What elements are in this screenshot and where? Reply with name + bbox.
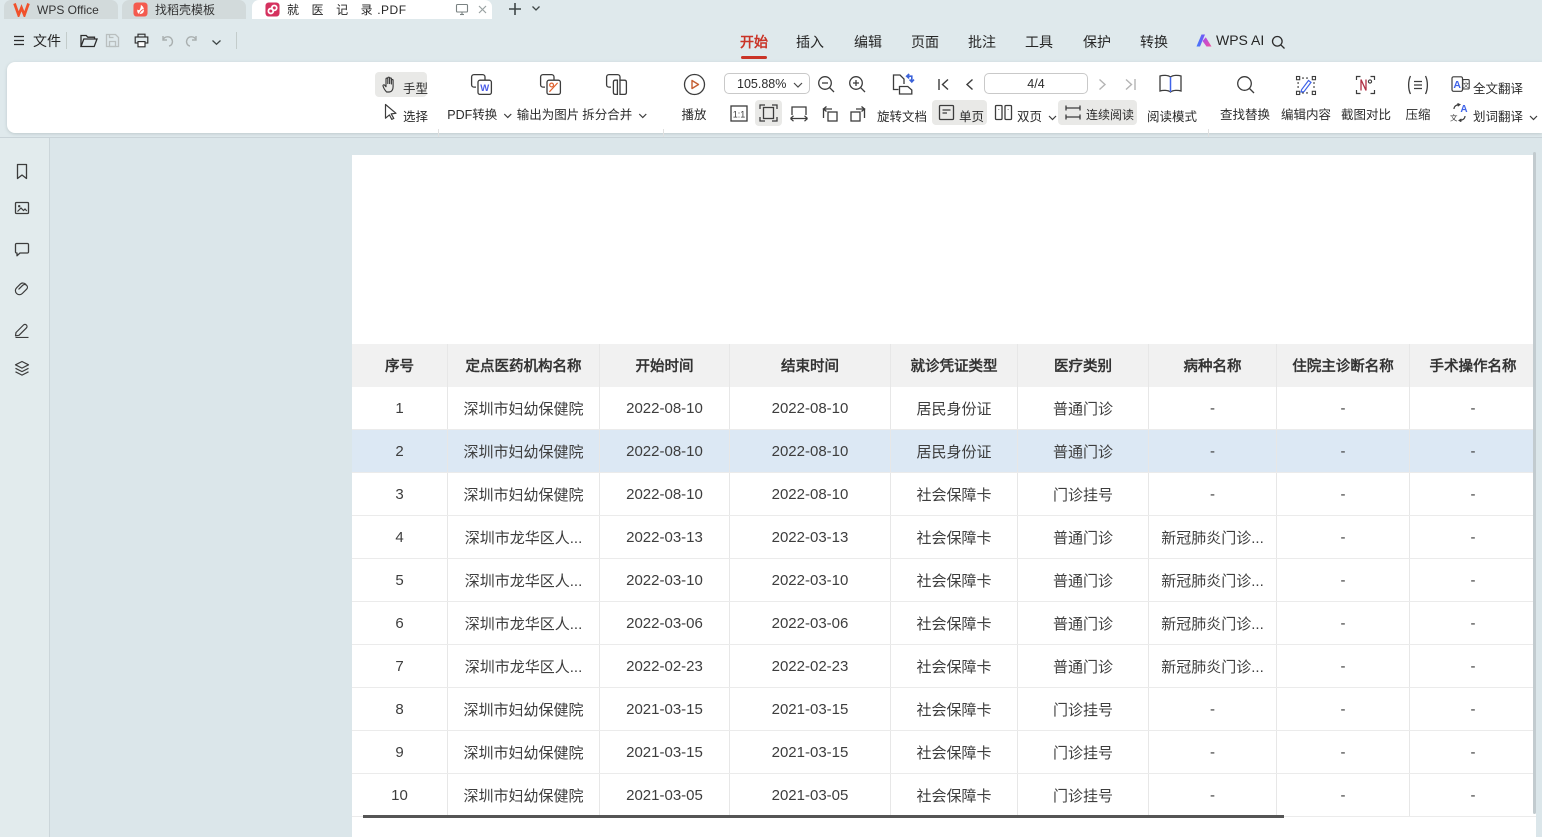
svg-text:文: 文 [1463, 80, 1470, 89]
svg-text:A: A [1453, 79, 1461, 91]
svg-text:文: 文 [1450, 113, 1458, 123]
svg-text:1:1: 1:1 [733, 110, 746, 120]
svg-text:W: W [480, 83, 489, 94]
svg-text:A: A [1460, 104, 1467, 115]
